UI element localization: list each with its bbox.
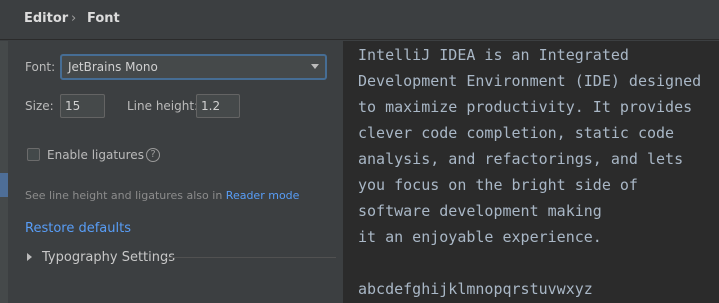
chevron-right-icon[interactable]: [27, 253, 32, 261]
settings-tree-selection: [0, 173, 8, 197]
preview-line: to maximize productivity. It provides: [358, 98, 693, 116]
typography-settings-toggle[interactable]: Typography Settings: [42, 250, 175, 265]
font-preview-pane[interactable]: IntelliJ IDEA is an Integrated Developme…: [343, 41, 719, 303]
preview-line: analysis, and refactorings, and lets: [358, 150, 684, 168]
ligatures-checkbox[interactable]: [27, 148, 40, 161]
settings-header: Editor › Font: [0, 0, 719, 40]
font-size-input[interactable]: 15: [60, 94, 105, 118]
line-height-label: Line height:: [127, 99, 199, 113]
preview-line: it an enjoyable experience.: [358, 228, 602, 246]
settings-tree-edge: [0, 41, 8, 303]
size-label: Size:: [25, 99, 54, 113]
font-family-value: JetBrains Mono: [68, 60, 158, 74]
preview-line: Development Environment (IDE) designed: [358, 72, 702, 90]
line-height-input[interactable]: 1.2: [196, 94, 240, 118]
preview-line: you focus on the bright side of: [358, 176, 638, 194]
restore-defaults-link[interactable]: Restore defaults: [25, 221, 131, 236]
chevron-down-icon: [311, 64, 319, 69]
breadcrumb-font: Font: [87, 11, 120, 26]
section-divider: [166, 257, 336, 258]
ligatures-label[interactable]: Enable ligatures: [47, 148, 144, 162]
preview-line: clever code completion, static code: [358, 124, 675, 142]
help-icon[interactable]: ?: [146, 148, 160, 162]
hint-text: See line height and ligatures also in: [25, 189, 223, 202]
breadcrumb-separator-icon: ›: [71, 11, 77, 26]
font-label: Font:: [25, 60, 56, 74]
preview-line: abcdefghijklmnopqrstuvwxyz: [358, 280, 593, 298]
preview-line: software development making: [358, 202, 602, 220]
font-family-select[interactable]: JetBrains Mono: [60, 54, 327, 80]
breadcrumb-editor[interactable]: Editor: [24, 11, 68, 26]
ligatures-hint: See line height and ligatures also in Re…: [25, 189, 299, 202]
reader-mode-link[interactable]: Reader mode: [226, 189, 300, 202]
preview-line: IntelliJ IDEA is an Integrated: [358, 46, 629, 64]
